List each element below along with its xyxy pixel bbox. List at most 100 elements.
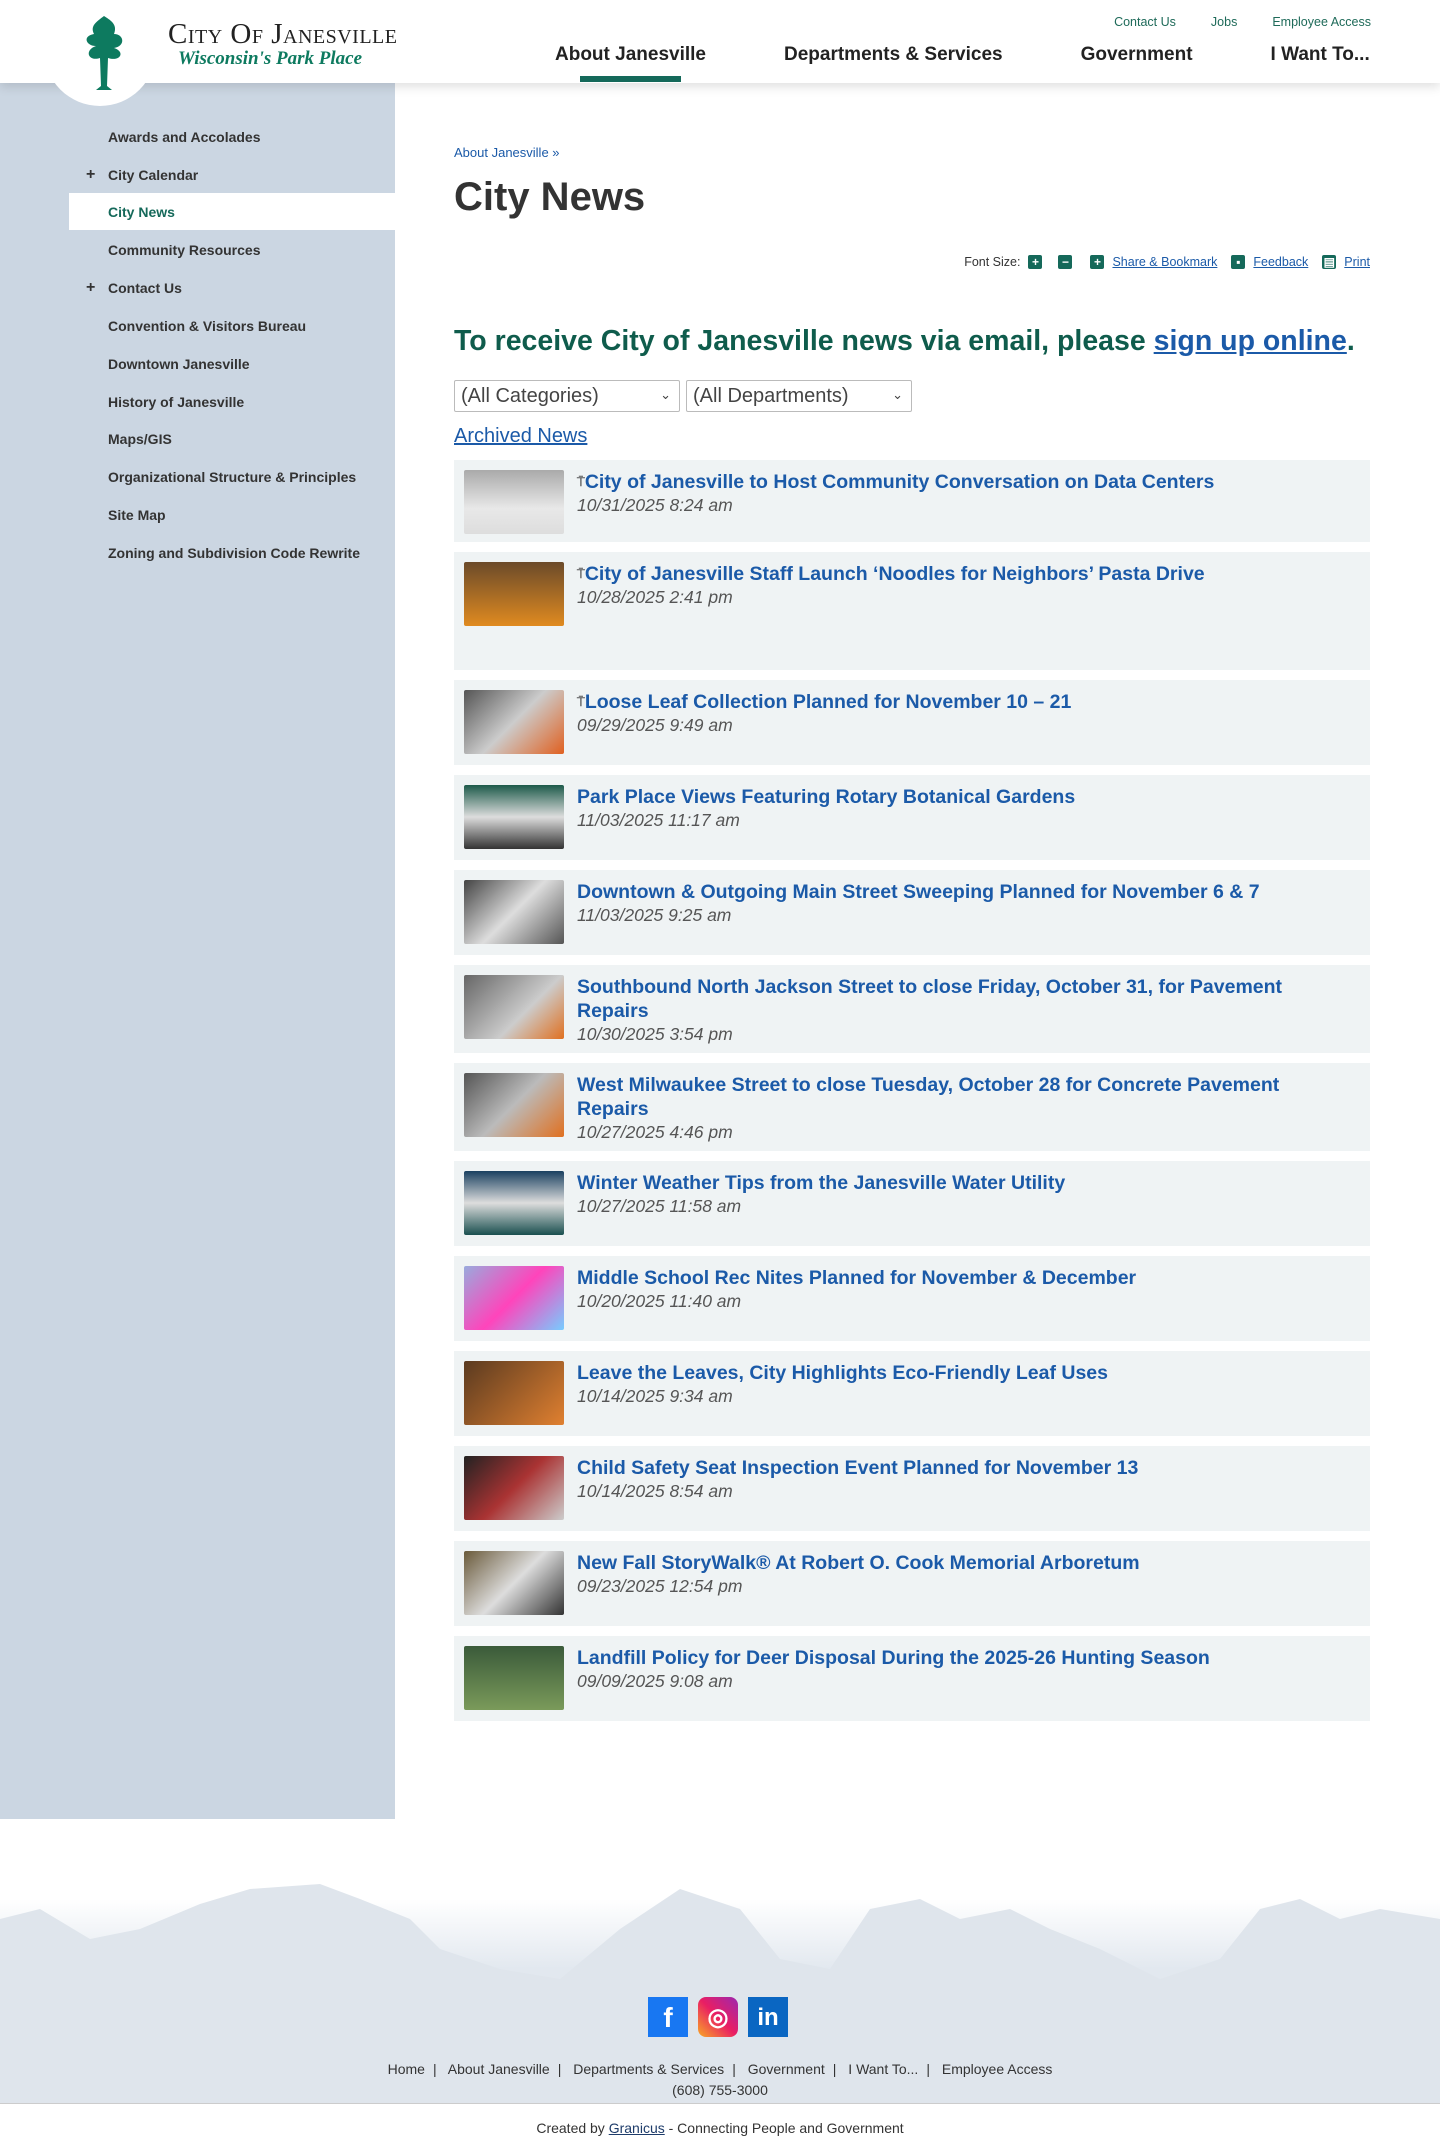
sidebar-item-convention-visitors[interactable]: Convention & Visitors Bureau	[69, 307, 395, 344]
news-item[interactable]: Child Safety Seat Inspection Event Plann…	[454, 1446, 1370, 1531]
news-title-link[interactable]: Park Place Views Featuring Rotary Botani…	[577, 786, 1075, 808]
sidebar-item-awards[interactable]: Awards and Accolades	[69, 118, 395, 155]
news-thumbnail[interactable]	[464, 1171, 564, 1235]
news-title: West Milwaukee Street to close Tuesday, …	[577, 1074, 1280, 1120]
news-item[interactable]: ⍑City of Janesville to Host Community Co…	[454, 460, 1370, 542]
util-contact-us[interactable]: Contact Us	[1114, 15, 1176, 29]
expand-icon[interactable]: +	[86, 279, 95, 297]
font-increase-icon[interactable]: +	[1028, 255, 1043, 269]
news-title-link[interactable]: Winter Weather Tips from the Janesville …	[577, 1172, 1065, 1194]
sidebar-item-label: City Calendar	[108, 166, 199, 183]
footer-link-i-want-to[interactable]: I Want To...	[848, 2061, 918, 2077]
department-select[interactable]: (All Departments) ⌄	[686, 380, 912, 412]
breadcrumb[interactable]: About Janesville »	[454, 145, 560, 160]
footer-link-about[interactable]: About Janesville	[448, 2061, 550, 2077]
news-title-link[interactable]: Child Safety Seat Inspection Event Plann…	[577, 1457, 1138, 1479]
nav-departments-services[interactable]: Departments & Services	[784, 44, 1003, 82]
news-item[interactable]: West Milwaukee Street to close Tuesday, …	[454, 1063, 1370, 1151]
expand-icon[interactable]: +	[86, 166, 95, 184]
footer-link-home[interactable]: Home	[388, 2061, 425, 2077]
news-item[interactable]: Park Place Views Featuring Rotary Botani…	[454, 775, 1370, 860]
sidebar-item-zoning[interactable]: Zoning and Subdivision Code Rewrite	[69, 534, 395, 571]
util-employee-access[interactable]: Employee Access	[1272, 15, 1371, 29]
sidebar-item-downtown[interactable]: Downtown Janesville	[69, 345, 395, 382]
linkedin-icon[interactable]: in	[748, 1997, 788, 2037]
news-item[interactable]: Middle School Rec Nites Planned for Nove…	[454, 1256, 1370, 1341]
sidebar-item-label: Maps/GIS	[108, 430, 172, 447]
news-title-link[interactable]: ⍑City of Janesville to Host Community Co…	[577, 471, 1214, 493]
news-date: 09/29/2025 9:49 am	[577, 715, 733, 735]
footer-link-departments[interactable]: Departments & Services	[573, 2061, 724, 2077]
news-thumbnail[interactable]	[464, 1361, 564, 1425]
sidebar-item-city-calendar[interactable]: + City Calendar	[69, 156, 395, 193]
nav-about-janesville[interactable]: About Janesville	[555, 44, 706, 82]
site-footer: f ◎ in Home | About Janesville | Departmen…	[0, 1819, 1440, 2103]
share-bookmark-link[interactable]: Share & Bookmark	[1112, 255, 1217, 269]
news-thumbnail[interactable]	[464, 785, 564, 849]
news-item[interactable]: Winter Weather Tips from the Janesville …	[454, 1161, 1370, 1246]
news-thumbnail[interactable]	[464, 1646, 564, 1710]
news-date: 11/03/2025 9:25 am	[577, 905, 732, 925]
news-item[interactable]: New Fall StoryWalk® At Robert O. Cook Me…	[454, 1541, 1370, 1626]
news-date: 09/09/2025 9:08 am	[577, 1671, 733, 1691]
news-text: Park Place Views Featuring Rotary Botani…	[577, 785, 1330, 831]
credit-tagline: - Connecting People and Government	[664, 2120, 904, 2136]
page-title: City News	[454, 175, 646, 219]
feedback-icon[interactable]: ▪	[1231, 255, 1246, 269]
news-title-link[interactable]: West Milwaukee Street to close Tuesday, …	[577, 1074, 1279, 1120]
footer-link-government[interactable]: Government	[748, 2061, 825, 2077]
news-text: ⍑City of Janesville Staff Launch ‘Noodle…	[577, 562, 1330, 608]
instagram-icon[interactable]: ◎	[698, 1997, 738, 2037]
font-decrease-icon[interactable]: −	[1058, 255, 1073, 269]
news-item[interactable]: Leave the Leaves, City Highlights Eco-Fr…	[454, 1351, 1370, 1436]
news-thumbnail[interactable]	[464, 1073, 564, 1137]
news-title: Winter Weather Tips from the Janesville …	[577, 1172, 1066, 1194]
news-item[interactable]: Downtown & Outgoing Main Street Sweeping…	[454, 870, 1370, 955]
sidebar-item-site-map[interactable]: Site Map	[69, 496, 395, 533]
news-title-link[interactable]: Landfill Policy for Deer Disposal During…	[577, 1647, 1210, 1669]
share-icon[interactable]: +	[1090, 255, 1105, 269]
news-thumbnail[interactable]	[464, 880, 564, 944]
news-title: City of Janesville to Host Community Con…	[584, 471, 1215, 493]
logo-title[interactable]: City Of Janesville	[168, 18, 398, 51]
sidebar-item-city-news[interactable]: City News	[69, 193, 395, 230]
news-thumbnail[interactable]	[464, 1551, 564, 1615]
sidebar-item-org-structure[interactable]: Organizational Structure & Principles	[69, 458, 395, 495]
print-icon[interactable]: ▤	[1322, 255, 1337, 269]
news-title-link[interactable]: Downtown & Outgoing Main Street Sweeping…	[577, 881, 1260, 903]
news-title-link[interactable]: Southbound North Jackson Street to close…	[577, 976, 1282, 1022]
sidebar-item-label: Downtown Janesville	[108, 355, 250, 372]
news-thumbnail[interactable]	[464, 1266, 564, 1330]
news-item[interactable]: Southbound North Jackson Street to close…	[454, 965, 1370, 1053]
util-jobs[interactable]: Jobs	[1211, 15, 1237, 29]
archived-news-link[interactable]: Archived News	[454, 425, 587, 448]
news-title-link[interactable]: Leave the Leaves, City Highlights Eco-Fr…	[577, 1362, 1108, 1384]
news-thumbnail[interactable]	[464, 975, 564, 1039]
news-item[interactable]: ⍑Loose Leaf Collection Planned for Novem…	[454, 680, 1370, 765]
news-title-link[interactable]: ⍑City of Janesville Staff Launch ‘Noodle…	[577, 563, 1205, 585]
news-title-link[interactable]: New Fall StoryWalk® At Robert O. Cook Me…	[577, 1552, 1140, 1574]
footer-link-employee-access[interactable]: Employee Access	[942, 2061, 1053, 2077]
feedback-link[interactable]: Feedback	[1253, 255, 1308, 269]
news-thumbnail[interactable]	[464, 690, 564, 754]
granicus-link[interactable]: Granicus	[609, 2120, 665, 2136]
nav-government[interactable]: Government	[1081, 44, 1193, 82]
news-thumbnail[interactable]	[464, 562, 564, 626]
sidebar-item-contact-us[interactable]: + Contact Us	[69, 269, 395, 306]
sidebar-item-community-resources[interactable]: Community Resources	[69, 231, 395, 268]
signup-link[interactable]: sign up online	[1154, 325, 1347, 357]
news-title-link[interactable]: ⍑Loose Leaf Collection Planned for Novem…	[577, 691, 1071, 713]
sidebar-item-maps-gis[interactable]: Maps/GIS	[69, 420, 395, 457]
news-title-link[interactable]: Middle School Rec Nites Planned for Nove…	[577, 1267, 1136, 1289]
facebook-icon[interactable]: f	[648, 1997, 688, 2037]
sidebar-item-history[interactable]: History of Janesville	[69, 383, 395, 420]
news-thumbnail[interactable]	[464, 470, 564, 534]
tree-logo-icon[interactable]	[68, 12, 140, 92]
print-link[interactable]: Print	[1344, 255, 1370, 269]
news-item[interactable]: Landfill Policy for Deer Disposal During…	[454, 1636, 1370, 1721]
category-select[interactable]: (All Categories) ⌄	[454, 380, 680, 412]
nav-i-want-to[interactable]: I Want To...	[1271, 44, 1370, 82]
news-item[interactable]: ⍑City of Janesville Staff Launch ‘Noodle…	[454, 552, 1370, 670]
news-thumbnail[interactable]	[464, 1456, 564, 1520]
social-links: f ◎ in	[648, 1997, 788, 2037]
